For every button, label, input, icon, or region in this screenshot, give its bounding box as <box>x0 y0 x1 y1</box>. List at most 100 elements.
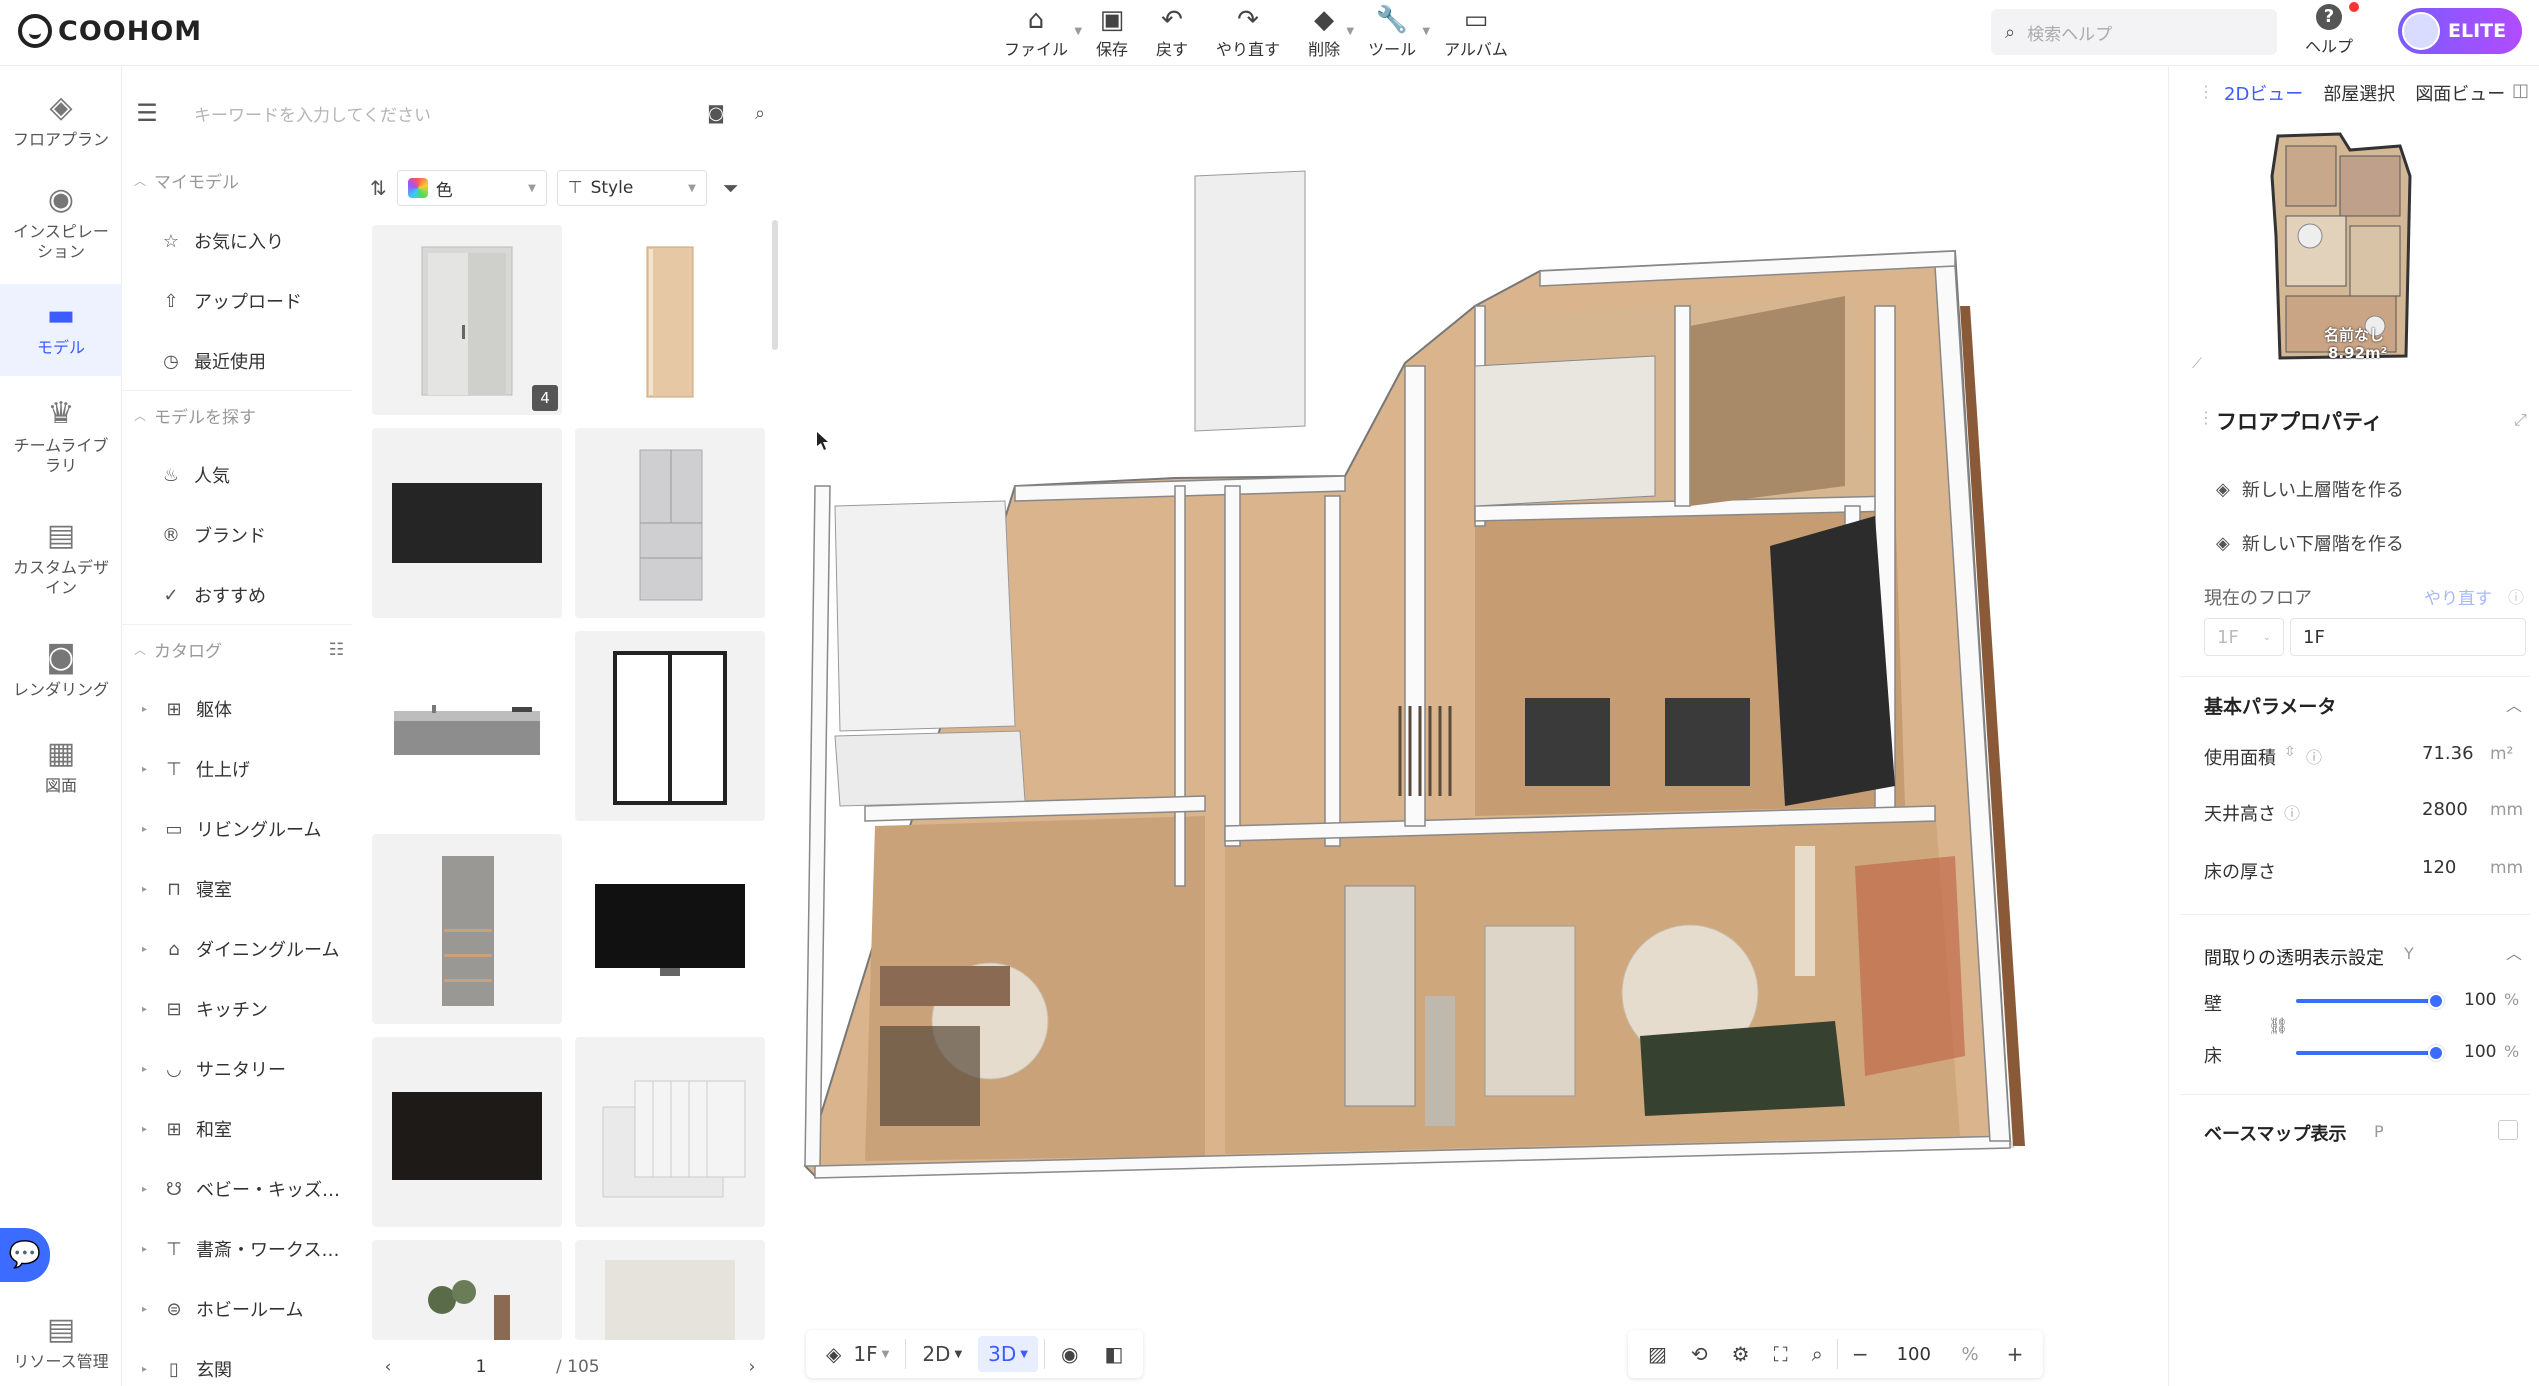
wall-opacity-slider[interactable] <box>2296 999 2436 1003</box>
cube-view-button[interactable]: ◧ <box>1094 1336 1133 1372</box>
model-thumb-fridge[interactable] <box>575 428 765 618</box>
model-thumb-sliding-door[interactable]: 4 <box>372 225 562 415</box>
model-thumb-wood-door[interactable] <box>575 225 765 415</box>
floor-level-select[interactable]: 1F ⌄ <box>2204 618 2284 656</box>
floor-select[interactable]: ◈ 1F ▼ <box>816 1336 899 1372</box>
find-popular[interactable]: ♨ 人気 <box>160 462 230 488</box>
ceiling-input[interactable]: 2800 <box>2410 790 2496 828</box>
tab-drawing-view[interactable]: 図面ビュー <box>2415 80 2505 106</box>
category-dining[interactable]: ▸ ⌂ ダイニングルーム <box>142 936 339 962</box>
model-thumb-books[interactable] <box>575 1037 765 1227</box>
model-thumb-tv-panel-2[interactable] <box>372 1037 562 1227</box>
style-filter-select[interactable]: ⊤ Style ▼ <box>556 170 707 206</box>
help-search-input[interactable]: ⌕ 検索ヘルプ <box>1991 9 2277 55</box>
my-model-recent[interactable]: ◷ 最近使用 <box>160 348 266 374</box>
mode-3d-button[interactable]: 3D ▼ <box>978 1336 1038 1372</box>
redo-button[interactable]: ↷ やり直す <box>1202 4 1294 62</box>
category-structure[interactable]: ▸ ⊞ 躯体 <box>142 696 232 722</box>
chevron-up-icon[interactable]: ︿ <box>2506 692 2522 716</box>
color-filter-select[interactable]: 色 ▼ <box>396 170 547 206</box>
category-finish[interactable]: ▸ ⊤ 仕上げ <box>142 756 250 782</box>
wall-opacity-value[interactable]: 100 <box>2464 990 2496 1010</box>
nav-team-library[interactable]: ♛ チームライブラリ <box>0 394 122 476</box>
model-thumb-kitchen-counter[interactable] <box>372 631 562 821</box>
album-button[interactable]: ▭ アルバム <box>1430 4 1522 62</box>
drag-handle-icon[interactable]: ⋮ <box>2198 408 2214 427</box>
search-icon[interactable]: ⌕ <box>738 103 782 124</box>
grid-scrollbar[interactable] <box>772 220 778 350</box>
new-lower-floor-button[interactable]: ◈ 新しい下層階を作る <box>2216 530 2404 556</box>
visibility-button[interactable]: ◉ <box>1051 1336 1088 1372</box>
model-thumb-tv-panel[interactable] <box>372 428 562 618</box>
category-bedroom[interactable]: ▸ ⊓ 寝室 <box>142 876 232 902</box>
tab-room-select[interactable]: 部屋選択 <box>2323 80 2395 106</box>
3d-floorplan-render[interactable] <box>506 66 2168 1386</box>
nav-drawing[interactable]: ▦ 図面 <box>0 734 122 796</box>
category-hobby[interactable]: ▸ ⊜ ホビールーム <box>142 1296 303 1322</box>
nav-inspiration[interactable]: ◉ インスピレーション <box>0 180 122 262</box>
drag-handle-icon[interactable]: ⋮ <box>2198 82 2214 101</box>
delete-button[interactable]: ◆ 削除 ▼ <box>1294 4 1354 62</box>
new-upper-floor-button[interactable]: ◈ 新しい上層階を作る <box>2216 476 2404 502</box>
3d-canvas[interactable] <box>506 66 2168 1386</box>
category-living[interactable]: ▸ ▭ リビングルーム <box>142 816 321 842</box>
wall-opacity-knob[interactable] <box>2428 993 2444 1009</box>
collapse-panel-icon[interactable]: ◫ <box>2512 80 2529 101</box>
funnel-filter-icon[interactable]: ⏷ <box>723 176 739 200</box>
catalog-settings-icon[interactable]: ☷ <box>329 640 344 660</box>
model-thumb-glass-door[interactable] <box>575 631 765 821</box>
model-thumb-stone[interactable] <box>575 1240 765 1340</box>
logo[interactable]: COOHOM <box>18 14 202 48</box>
floor-opacity-knob[interactable] <box>2428 1045 2444 1061</box>
view-settings-button[interactable]: ⚙ <box>1722 1336 1760 1372</box>
mode-2d-button[interactable]: 2D ▼ <box>912 1336 972 1372</box>
nav-resource-management[interactable]: ▤ リソース管理 <box>0 1310 122 1372</box>
category-sanitary[interactable]: ▸ ◡ サニタリー <box>142 1056 286 1082</box>
tab-2d-view[interactable]: 2Dビュー <box>2224 80 2303 106</box>
user-elite-badge[interactable]: ELITE <box>2398 8 2522 54</box>
chevron-up-icon[interactable]: ︿ <box>2506 940 2522 964</box>
find-brand[interactable]: ® ブランド <box>160 522 266 548</box>
file-menu-button[interactable]: ⌂ ファイル ▼ <box>990 4 1082 62</box>
zoom-in-button[interactable]: + <box>1997 1336 2034 1372</box>
my-model-favorites[interactable]: ☆ お気に入り <box>160 228 284 254</box>
basemap-checkbox[interactable] <box>2498 1120 2518 1140</box>
category-baby-kids[interactable]: ▸ ☋ ベビー・キッズ… <box>142 1176 340 1202</box>
nav-rendering[interactable]: ◙ レンダリング <box>0 638 122 700</box>
section-find-models[interactable]: ︿ モデルを探す <box>134 403 256 428</box>
next-page-icon[interactable]: › <box>734 1357 770 1377</box>
model-thumb-fridge-2[interactable] <box>372 834 562 1024</box>
zoom-out-button[interactable]: − <box>1842 1336 1879 1372</box>
model-thumb-plant[interactable] <box>372 1240 562 1340</box>
section-catalog[interactable]: ︿ カタログ ☷ <box>134 637 344 663</box>
my-model-upload[interactable]: ⇧ アップロード <box>160 288 302 314</box>
screenshot-button[interactable]: ▨ <box>1638 1336 1677 1372</box>
undo-button[interactable]: ↶ 戻す <box>1142 4 1202 62</box>
resize-handle-icon[interactable]: ⟋ <box>2192 356 2202 372</box>
collapse-menu-icon[interactable]: ☰ <box>122 99 172 127</box>
fit-view-button[interactable]: ⛶ <box>1764 1336 1798 1372</box>
floor-opacity-value[interactable]: 100 <box>2464 1042 2496 1062</box>
model-search-input[interactable]: キーワードを入力してください <box>172 101 694 126</box>
view-reset-button[interactable]: ⟲ <box>1681 1336 1718 1372</box>
expand-icon[interactable]: ⤢ <box>2514 410 2527 430</box>
chat-support-button[interactable]: 💬 <box>0 1228 50 1282</box>
sort-toggle-icon[interactable]: ⇳ <box>2284 744 2296 760</box>
prev-page-icon[interactable]: ‹ <box>370 1357 406 1377</box>
category-washitsu[interactable]: ▸ ⊞ 和室 <box>142 1116 232 1142</box>
model-thumb-tv[interactable] <box>575 834 765 1024</box>
tools-menu-button[interactable]: 🔧 ツール ▼ <box>1354 4 1430 62</box>
zoom-to-fit-button[interactable]: ⌕ <box>1802 1336 1833 1372</box>
nav-custom-design[interactable]: ▤ カスタムデザイン <box>0 516 122 598</box>
minimap[interactable]: 名前なし 8.92m² ⟋ <box>2190 116 2510 376</box>
help-button[interactable]: ? ヘルプ <box>2305 2 2360 57</box>
floor-name-input[interactable]: 1F <box>2290 618 2526 656</box>
nav-floorplan[interactable]: ◈ フロアプラン <box>0 88 122 150</box>
zoom-input[interactable]: 100 % <box>1883 1336 1993 1372</box>
page-current-input[interactable]: 1 <box>406 1357 556 1377</box>
section-my-models[interactable]: ︿ マイモデル <box>134 168 239 193</box>
area-input[interactable]: 71.36 <box>2410 734 2496 772</box>
save-button[interactable]: ▣ 保存 <box>1082 4 1142 62</box>
floor-opacity-slider[interactable] <box>2296 1051 2436 1055</box>
find-recommended[interactable]: ✓ おすすめ <box>160 582 266 608</box>
